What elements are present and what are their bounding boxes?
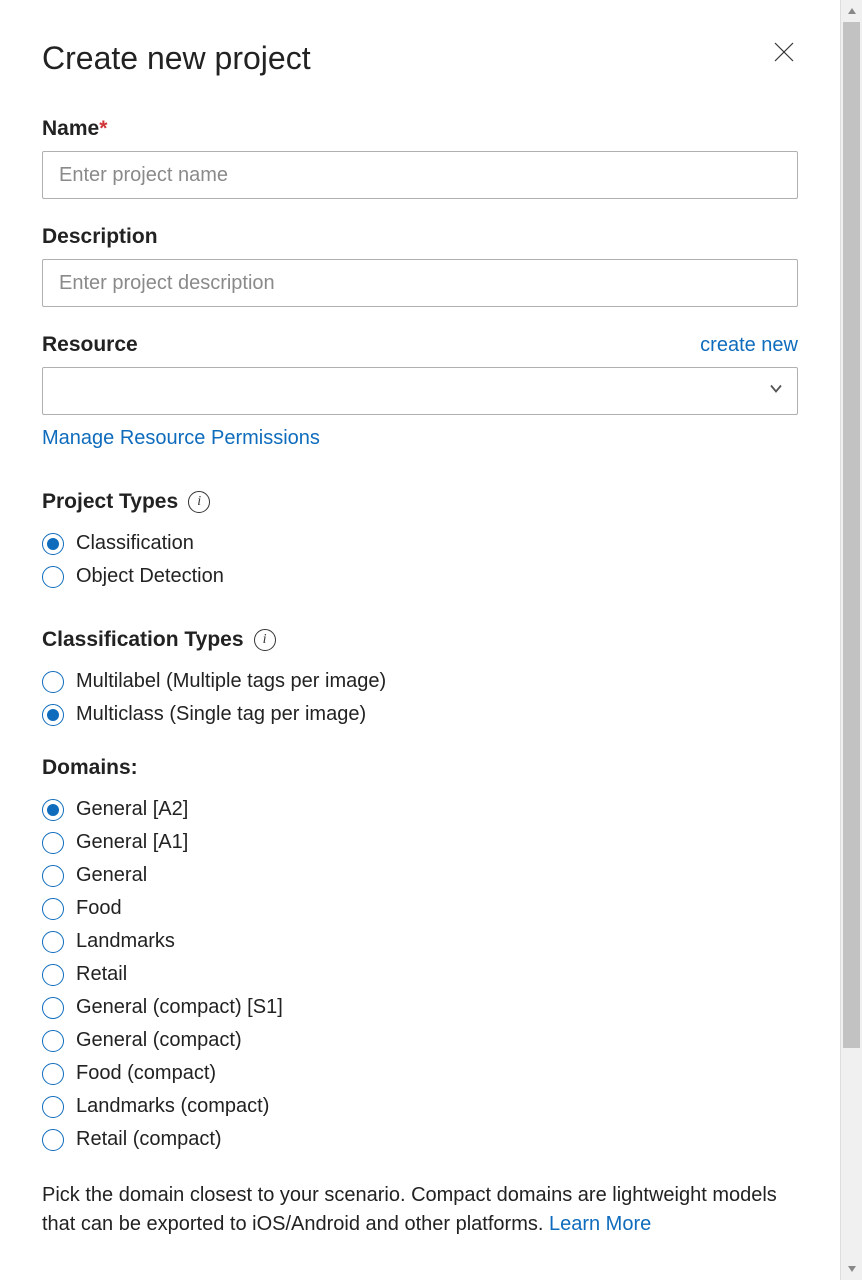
classification-types-radio-group: Multilabel (Multiple tags per image) Mult… <box>42 670 798 726</box>
scrollbar-thumb[interactable] <box>843 22 860 1048</box>
resource-select[interactable] <box>42 367 798 415</box>
radio-label: General <box>76 864 147 887</box>
domain-option[interactable]: Retail (compact) <box>42 1128 798 1151</box>
radio-label: Classification <box>76 532 194 555</box>
domain-option[interactable]: General [A2] <box>42 798 798 821</box>
name-input[interactable] <box>42 151 798 199</box>
project-type-option[interactable]: Object Detection <box>42 565 798 588</box>
domain-option[interactable]: Landmarks <box>42 930 798 953</box>
radio-label: Object Detection <box>76 565 224 588</box>
radio-label: General (compact) [S1] <box>76 996 283 1019</box>
radio-icon <box>42 799 64 821</box>
domain-option[interactable]: Food (compact) <box>42 1062 798 1085</box>
radio-icon <box>42 671 64 693</box>
learn-more-link[interactable]: Learn More <box>549 1213 651 1235</box>
close-button[interactable] <box>770 40 798 68</box>
radio-label: Retail <box>76 963 127 986</box>
radio-icon <box>42 1096 64 1118</box>
info-icon[interactable]: i <box>188 491 210 513</box>
domain-option[interactable]: General (compact) [S1] <box>42 996 798 1019</box>
classification-types-label: Classification Types <box>42 628 244 652</box>
radio-label: General (compact) <box>76 1029 242 1052</box>
domain-option[interactable]: Retail <box>42 963 798 986</box>
radio-icon <box>42 997 64 1019</box>
domains-label: Domains: <box>42 756 138 780</box>
scroll-down-arrow-icon[interactable] <box>841 1258 862 1280</box>
radio-label: Food <box>76 897 122 920</box>
project-types-radio-group: Classification Object Detection <box>42 532 798 588</box>
radio-icon <box>42 1129 64 1151</box>
description-label: Description <box>42 225 798 249</box>
scroll-up-arrow-icon[interactable] <box>841 0 862 22</box>
radio-label: Multiclass (Single tag per image) <box>76 703 366 726</box>
manage-resource-permissions-link[interactable]: Manage Resource Permissions <box>42 427 320 450</box>
radio-icon <box>42 533 64 555</box>
project-types-label: Project Types <box>42 490 178 514</box>
radio-label: Food (compact) <box>76 1062 216 1085</box>
domain-option[interactable]: General (compact) <box>42 1029 798 1052</box>
radio-icon <box>42 931 64 953</box>
scrollbar[interactable] <box>840 0 862 1280</box>
domains-helper-text: Pick the domain closest to your scenario… <box>42 1181 798 1239</box>
name-label: Name* <box>42 117 798 141</box>
domains-radio-group: General [A2] General [A1] General Food Landm… <box>42 798 798 1151</box>
resource-label: Resource <box>42 333 138 357</box>
radio-icon <box>42 566 64 588</box>
domain-option[interactable]: General [A1] <box>42 831 798 854</box>
radio-icon <box>42 704 64 726</box>
create-project-dialog: Create new project Name* Description <box>0 0 840 1269</box>
domains-helper-body: Pick the domain closest to your scenario… <box>42 1184 777 1235</box>
description-input[interactable] <box>42 259 798 307</box>
radio-label: General [A1] <box>76 831 188 854</box>
radio-icon <box>42 832 64 854</box>
domain-option[interactable]: Food <box>42 897 798 920</box>
radio-icon <box>42 964 64 986</box>
radio-icon <box>42 1063 64 1085</box>
create-new-resource-link[interactable]: create new <box>700 334 798 357</box>
dialog-title: Create new project <box>42 40 311 77</box>
radio-icon <box>42 865 64 887</box>
radio-label: Landmarks (compact) <box>76 1095 269 1118</box>
classification-type-option[interactable]: Multilabel (Multiple tags per image) <box>42 670 798 693</box>
radio-icon <box>42 898 64 920</box>
classification-type-option[interactable]: Multiclass (Single tag per image) <box>42 703 798 726</box>
name-label-text: Name <box>42 117 99 140</box>
radio-label: Landmarks <box>76 930 175 953</box>
close-icon <box>772 40 796 69</box>
domain-option[interactable]: General <box>42 864 798 887</box>
radio-icon <box>42 1030 64 1052</box>
radio-label: Retail (compact) <box>76 1128 222 1151</box>
required-indicator: * <box>99 117 107 140</box>
project-type-option[interactable]: Classification <box>42 532 798 555</box>
domain-option[interactable]: Landmarks (compact) <box>42 1095 798 1118</box>
radio-label: Multilabel (Multiple tags per image) <box>76 670 386 693</box>
info-icon[interactable]: i <box>254 629 276 651</box>
radio-label: General [A2] <box>76 798 188 821</box>
